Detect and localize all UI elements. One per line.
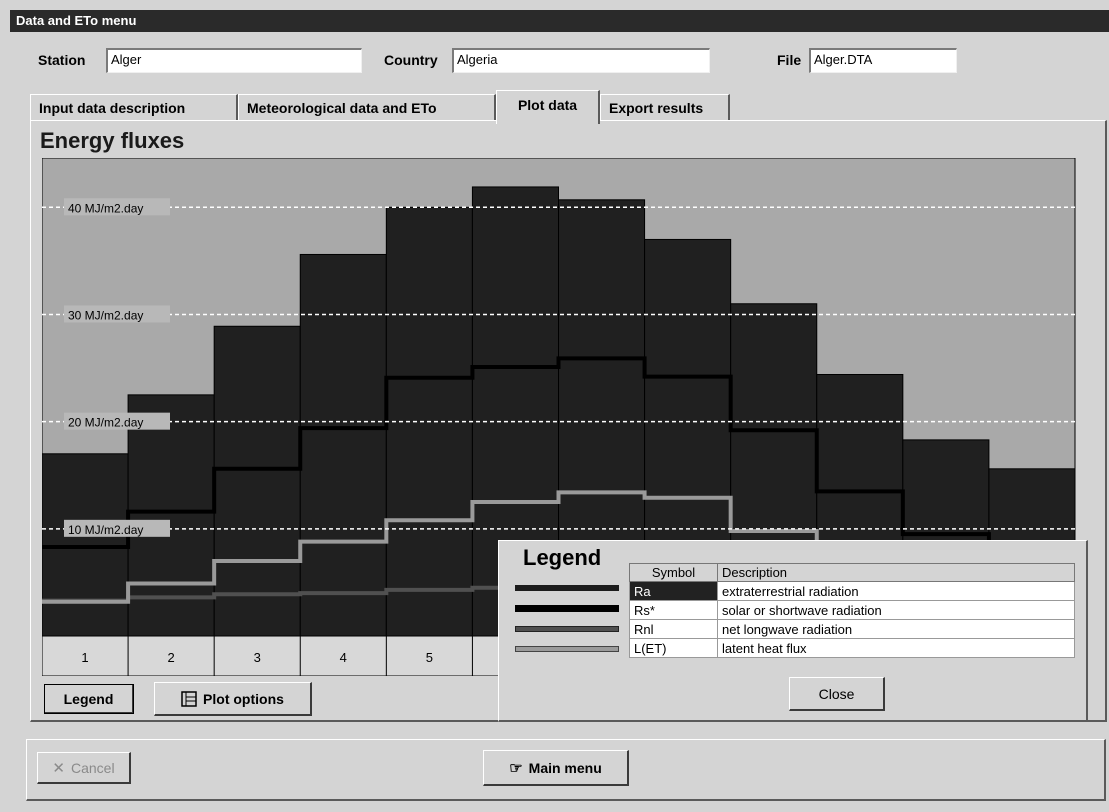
legend-symbol[interactable]: Rs* bbox=[629, 600, 718, 620]
tab-plot-data[interactable]: Plot data bbox=[496, 90, 600, 124]
y-tick-label: 10 MJ/m2.day bbox=[68, 523, 143, 537]
cancel-label: Cancel bbox=[70, 759, 115, 776]
plot-options-label: Plot options bbox=[203, 690, 284, 707]
chart-title: Energy fluxes bbox=[40, 128, 185, 153]
close-button-label: Close bbox=[818, 685, 855, 702]
plot-options-icon bbox=[181, 690, 197, 707]
legend-description[interactable]: extraterrestrial radiation bbox=[717, 581, 1075, 601]
pointing-hand-icon: ☞ bbox=[509, 759, 523, 777]
legend-row[interactable]: Ra extraterrestrial radiation bbox=[629, 581, 1075, 601]
ra-bar bbox=[127, 394, 215, 637]
data-eto-window: Station Alger Country Algeria File Alger… bbox=[10, 32, 1109, 812]
tab-meteorological-data[interactable]: Meteorological data and ETo bbox=[238, 94, 496, 122]
close-legend-button[interactable]: Close bbox=[789, 677, 885, 711]
ra-bar bbox=[213, 325, 301, 637]
legend-swatch-ra bbox=[515, 585, 619, 591]
legend-swatch-let bbox=[515, 646, 619, 652]
x-tick-label: 3 bbox=[254, 650, 261, 665]
legend-col-symbol[interactable]: Symbol bbox=[629, 563, 718, 582]
window-title: Data and ETo menu bbox=[16, 13, 137, 28]
file-field[interactable]: Alger.DTA bbox=[809, 48, 957, 73]
window-title-bar: Data and ETo menu bbox=[10, 10, 1109, 32]
ra-bar bbox=[42, 453, 129, 637]
legend-col-description[interactable]: Description bbox=[717, 563, 1075, 582]
legend-swatch-rs bbox=[515, 605, 619, 612]
x-tick-label: 1 bbox=[81, 650, 88, 665]
legend-row[interactable]: L(ET) latent heat flux bbox=[629, 638, 1075, 658]
legend-symbol[interactable]: Rnl bbox=[629, 619, 718, 639]
legend-button[interactable]: Legend bbox=[44, 684, 134, 714]
ra-bar bbox=[299, 253, 387, 637]
tab-export-results[interactable]: Export results bbox=[600, 94, 730, 122]
country-field[interactable]: Algeria bbox=[452, 48, 710, 73]
legend-row[interactable]: Rnl net longwave radiation bbox=[629, 619, 1075, 639]
legend-description[interactable]: latent heat flux bbox=[717, 638, 1075, 658]
legend-symbol[interactable]: L(ET) bbox=[629, 638, 718, 658]
main-menu-label: Main menu bbox=[528, 759, 602, 776]
cancel-button[interactable]: ✕ Cancel bbox=[37, 752, 131, 784]
x-tick-label: 4 bbox=[340, 650, 347, 665]
country-label: Country bbox=[384, 52, 438, 68]
x-tick-label: 5 bbox=[426, 650, 433, 665]
tab-input-data-description[interactable]: Input data description bbox=[30, 94, 238, 122]
legend-button-label: Legend bbox=[63, 690, 114, 707]
x-tick-label: 2 bbox=[168, 650, 175, 665]
legend-description[interactable]: net longwave radiation bbox=[717, 619, 1075, 639]
legend-swatch-rnl bbox=[515, 626, 619, 632]
main-menu-button[interactable]: ☞ Main menu bbox=[483, 750, 629, 786]
legend-description[interactable]: solar or shortwave radiation bbox=[717, 600, 1075, 620]
y-tick-label: 30 MJ/m2.day bbox=[68, 308, 143, 322]
y-tick-label: 20 MJ/m2.day bbox=[68, 416, 143, 430]
legend-table: Symbol Description Ra extraterrestrial r… bbox=[629, 563, 1075, 658]
bottom-panel: ✕ Cancel ☞ Main menu bbox=[26, 739, 1106, 801]
cancel-icon: ✕ bbox=[52, 759, 65, 777]
y-tick-label: 40 MJ/m2.day bbox=[68, 201, 143, 215]
file-label: File bbox=[777, 52, 802, 68]
plot-options-button[interactable]: Plot options bbox=[154, 682, 312, 716]
legend-row[interactable]: Rs* solar or shortwave radiation bbox=[629, 600, 1075, 620]
station-label: Station bbox=[38, 52, 86, 68]
legend-panel: Legend Symbol Description Ra extraterres… bbox=[498, 540, 1088, 722]
legend-title: Legend bbox=[523, 545, 602, 570]
station-field[interactable]: Alger bbox=[106, 48, 362, 73]
legend-symbol[interactable]: Ra bbox=[629, 581, 718, 601]
